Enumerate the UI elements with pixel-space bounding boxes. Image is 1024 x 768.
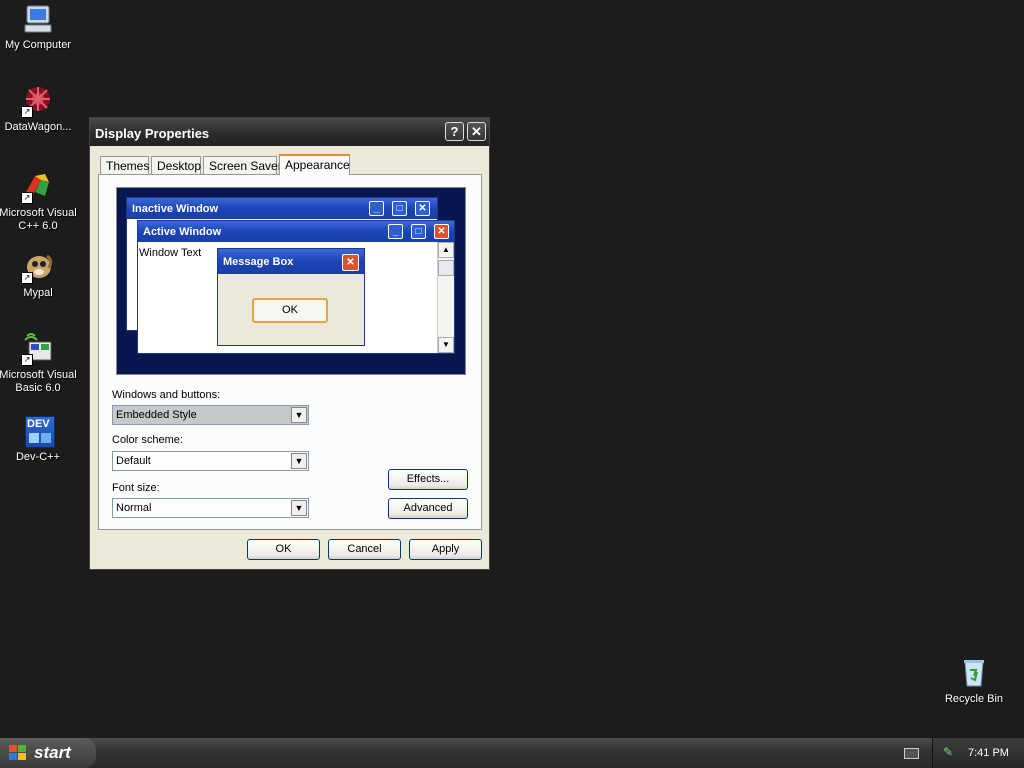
preview-active-title: Active Window bbox=[143, 226, 222, 238]
appearance-preview: Inactive Window _ □ ✕ Active Window _ □ … bbox=[116, 187, 466, 375]
color-scheme-select[interactable]: Default ▼ bbox=[112, 451, 309, 471]
minimize-icon: _ bbox=[388, 224, 403, 239]
taskbar: start ✎ 7:41 PM bbox=[0, 738, 1024, 768]
font-size-value: Normal bbox=[116, 502, 152, 514]
desktop-icon-dev-cpp[interactable]: DEV Dev-C++ bbox=[0, 414, 78, 464]
tab-desktop[interactable]: Desktop bbox=[151, 156, 201, 174]
keyboard-icon[interactable] bbox=[904, 748, 919, 759]
tab-label: Desktop bbox=[157, 159, 202, 173]
advanced-button[interactable]: Advanced bbox=[388, 498, 468, 519]
preview-message-title: Message Box bbox=[223, 256, 294, 268]
cancel-label: Cancel bbox=[347, 543, 382, 555]
mypal-icon: ↗ bbox=[21, 250, 55, 284]
tab-screen-saver[interactable]: Screen Saver bbox=[203, 156, 282, 174]
ok-button[interactable]: OK bbox=[247, 539, 320, 560]
preview-message-box: Message Box ✕ OK bbox=[217, 248, 365, 346]
preview-window-text: Window Text bbox=[139, 247, 202, 259]
preview-active-titlebar: Active Window _ □ ✕ bbox=[138, 221, 454, 242]
windows-buttons-label: Windows and buttons: bbox=[112, 389, 221, 401]
desktop-icon-label: Mypal bbox=[23, 287, 53, 299]
apply-button[interactable]: Apply bbox=[409, 539, 482, 560]
chevron-down-icon[interactable]: ▼ bbox=[291, 453, 307, 469]
close-icon: ✕ bbox=[342, 254, 359, 271]
dialog-titlebar[interactable]: Display Properties ? ✕ bbox=[90, 118, 489, 146]
preview-inactive-titlebar: Inactive Window _ □ ✕ bbox=[127, 198, 437, 219]
windows-buttons-select[interactable]: Embedded Style ▼ bbox=[112, 405, 309, 425]
shortcut-arrow-icon: ↗ bbox=[21, 106, 33, 118]
minimize-icon: _ bbox=[369, 201, 384, 216]
shortcut-arrow-icon: ↗ bbox=[21, 354, 33, 366]
desktop-icon-mypal[interactable]: ↗ Mypal bbox=[0, 250, 78, 300]
tab-appearance[interactable]: Appearance bbox=[279, 154, 350, 175]
preview-message-titlebar: Message Box ✕ bbox=[218, 249, 364, 274]
desktop-icon-visual-basic[interactable]: ↗ Microsoft Visual Basic 6.0 bbox=[0, 332, 78, 395]
scroll-down-icon: ▼ bbox=[438, 337, 454, 353]
chevron-down-icon[interactable]: ▼ bbox=[291, 407, 307, 423]
color-scheme-label: Color scheme: bbox=[112, 434, 183, 446]
preview-ok-button: OK bbox=[252, 298, 328, 323]
desktop-icon-label: Dev-C++ bbox=[15, 451, 61, 463]
clock[interactable]: 7:41 PM bbox=[968, 747, 1009, 759]
effects-label: Effects... bbox=[406, 473, 450, 485]
shortcut-arrow-icon: ↗ bbox=[21, 272, 33, 284]
effects-button[interactable]: Effects... bbox=[388, 469, 468, 490]
chevron-down-icon[interactable]: ▼ bbox=[291, 500, 307, 516]
my-computer-icon bbox=[21, 2, 55, 36]
dev-cpp-icon: DEV bbox=[21, 414, 55, 448]
dialog-title: Display Properties bbox=[95, 126, 210, 141]
tab-themes[interactable]: Themes bbox=[100, 156, 149, 174]
windows-logo-icon bbox=[9, 745, 27, 761]
color-scheme-value: Default bbox=[116, 455, 151, 467]
start-button[interactable]: start bbox=[0, 738, 96, 768]
appearance-panel: Inactive Window _ □ ✕ Active Window _ □ … bbox=[98, 174, 482, 530]
maximize-icon: □ bbox=[411, 224, 426, 239]
tab-label: Appearance bbox=[285, 158, 350, 172]
desktop-icon-label: Microsoft Visual C++ 6.0 bbox=[0, 207, 77, 232]
apply-label: Apply bbox=[431, 543, 460, 555]
close-icon: ✕ bbox=[434, 224, 449, 239]
windows-buttons-value: Embedded Style bbox=[116, 409, 197, 421]
start-label: start bbox=[34, 743, 71, 762]
desktop-icon-my-computer[interactable]: My Computer bbox=[0, 2, 78, 52]
ok-label: OK bbox=[275, 543, 292, 555]
advanced-label: Advanced bbox=[403, 502, 453, 514]
close-icon: ✕ bbox=[415, 201, 430, 216]
close-icon: ✕ bbox=[471, 124, 482, 139]
desktop-icon-datawagon[interactable]: ↗ DataWagon... bbox=[0, 84, 78, 134]
scroll-up-icon: ▲ bbox=[438, 242, 454, 258]
scroll-thumb bbox=[438, 260, 454, 276]
tab-label: Themes bbox=[106, 159, 150, 173]
datawagon-icon: ↗ bbox=[21, 84, 55, 118]
font-size-label: Font size: bbox=[112, 482, 160, 494]
preview-scrollbar: ▲ ▼ bbox=[437, 242, 454, 353]
display-properties-dialog: Display Properties ? ✕ Themes Desktop Sc… bbox=[89, 117, 490, 570]
desktop-icon-label: My Computer bbox=[4, 39, 72, 51]
cancel-button[interactable]: Cancel bbox=[328, 539, 401, 560]
desktop-icon-visual-cpp[interactable]: ↗ Microsoft Visual C++ 6.0 bbox=[0, 170, 78, 233]
desktop-icon-label: Microsoft Visual Basic 6.0 bbox=[0, 369, 77, 394]
desktop-icon-recycle-bin[interactable]: Recycle Bin bbox=[934, 656, 1014, 706]
preview-ok-label: OK bbox=[282, 304, 298, 316]
help-button[interactable]: ? bbox=[445, 122, 464, 141]
system-tray: ✎ 7:41 PM bbox=[932, 738, 1024, 768]
tab-label: Screen Saver bbox=[209, 159, 282, 173]
shortcut-arrow-icon: ↗ bbox=[21, 192, 33, 204]
maximize-icon: □ bbox=[392, 201, 407, 216]
font-size-select[interactable]: Normal ▼ bbox=[112, 498, 309, 518]
recycle-bin-icon bbox=[957, 656, 991, 690]
network-icon[interactable]: ✎ bbox=[943, 745, 957, 759]
desktop-icon-label: Recycle Bin bbox=[944, 693, 1004, 705]
preview-inactive-title: Inactive Window bbox=[132, 203, 219, 215]
dev-badge-text: DEV bbox=[27, 418, 50, 430]
help-icon: ? bbox=[450, 124, 459, 139]
close-button[interactable]: ✕ bbox=[467, 122, 486, 141]
desktop-icon-label: DataWagon... bbox=[4, 121, 72, 133]
visual-basic-icon: ↗ bbox=[21, 332, 55, 366]
visual-cpp-icon: ↗ bbox=[21, 170, 55, 204]
